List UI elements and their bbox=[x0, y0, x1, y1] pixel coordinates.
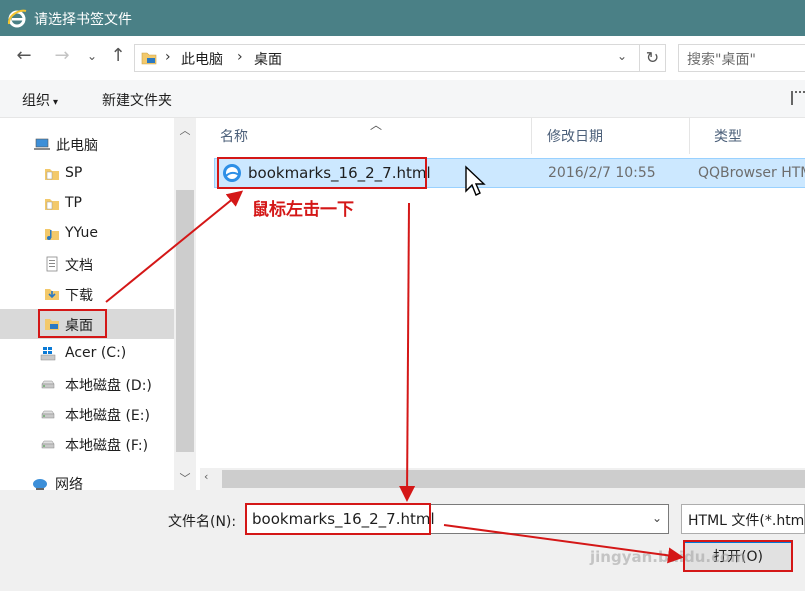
command-bar: 组织 ▾ 新建文件夹 bbox=[0, 80, 805, 118]
nav-item-yyue[interactable]: YYue bbox=[0, 219, 174, 249]
window-title: 请选择书签文件 bbox=[34, 12, 132, 28]
folder-icon bbox=[45, 199, 59, 210]
nav-label: 本地磁盘 (E:) bbox=[65, 408, 150, 424]
nav-label: 此电脑 bbox=[56, 138, 98, 154]
chevron-right-icon: › bbox=[237, 49, 243, 65]
nav-item-drive-f[interactable]: 本地磁盘 (F:) bbox=[0, 429, 174, 459]
scroll-left-icon[interactable]: ‹ bbox=[204, 470, 208, 483]
chevron-down-icon[interactable]: ⌄ bbox=[652, 511, 662, 525]
nav-item-documents[interactable]: 文档 bbox=[0, 249, 174, 279]
drive-icon bbox=[41, 440, 55, 449]
nav-item-downloads[interactable]: 下载 bbox=[0, 279, 174, 309]
ie-icon bbox=[7, 9, 27, 28]
organize-button[interactable]: 组织 ▾ bbox=[22, 90, 58, 110]
filename-value: bookmarks_16_2_7.html bbox=[252, 510, 435, 528]
watermark: jingyan.baidu.com bbox=[590, 548, 746, 566]
nav-item-tp[interactable]: TP bbox=[0, 189, 174, 219]
desktop-folder-icon bbox=[45, 319, 59, 330]
computer-icon bbox=[34, 138, 50, 150]
breadcrumb-this-pc[interactable]: 此电脑 bbox=[181, 49, 223, 69]
column-header-modified[interactable]: 修改日期 bbox=[532, 118, 690, 154]
filename-label: 文件名(N): bbox=[168, 514, 237, 530]
nav-item-sp[interactable]: SP bbox=[0, 159, 174, 189]
address-field[interactable]: › 此电脑 › 桌面 ⌄ ↻ bbox=[134, 44, 666, 72]
nav-item-acer-c[interactable]: Acer (C:) bbox=[0, 339, 174, 369]
back-arrow-icon[interactable]: ← bbox=[12, 44, 36, 68]
nav-label: TP bbox=[65, 195, 82, 211]
qqbrowser-icon bbox=[223, 164, 241, 182]
file-modified: 2016/2/7 10:55 bbox=[548, 165, 656, 181]
file-list-pane: ︿ 名称 修改日期 类型 bookmarks_16_2_7.html 2016/… bbox=[196, 118, 805, 490]
nav-label: Acer (C:) bbox=[65, 345, 127, 361]
address-dropdown-icon[interactable]: ⌄ bbox=[617, 49, 627, 63]
file-horizontal-scrollbar[interactable]: ‹ bbox=[200, 468, 805, 490]
new-folder-button[interactable]: 新建文件夹 bbox=[102, 90, 172, 110]
mouse-cursor-icon bbox=[465, 165, 486, 196]
caret-down-icon: ▾ bbox=[53, 97, 59, 108]
file-name: bookmarks_16_2_7.html bbox=[248, 164, 431, 182]
file-type: QQBrowser HTML bbox=[698, 165, 805, 181]
address-bar: ← → ⌄ ↑ › 此电脑 › 桌面 ⌄ ↻ 搜索"桌面" bbox=[0, 36, 805, 80]
bottom-bar: 文件名(N): bookmarks_16_2_7.html ⌄ HTML 文件(… bbox=[0, 490, 805, 591]
drive-icon bbox=[41, 410, 55, 419]
scroll-up-icon[interactable]: ︿ bbox=[174, 122, 196, 138]
nav-item-this-pc[interactable]: 此电脑 bbox=[0, 129, 174, 159]
windows-drive-icon bbox=[40, 347, 56, 361]
filename-input[interactable]: bookmarks_16_2_7.html ⌄ bbox=[245, 504, 669, 534]
nav-scroll-thumb[interactable] bbox=[176, 190, 194, 452]
scroll-down-icon[interactable]: ﹀ bbox=[174, 470, 196, 486]
chevron-right-icon: › bbox=[165, 49, 171, 65]
nav-item-drive-e[interactable]: 本地磁盘 (E:) bbox=[0, 399, 174, 429]
nav-label: YYue bbox=[65, 225, 98, 241]
documents-icon bbox=[46, 256, 58, 272]
nav-label: SP bbox=[65, 165, 83, 181]
nav-label: 本地磁盘 (F:) bbox=[65, 438, 149, 454]
nav-label: 本地磁盘 (D:) bbox=[65, 378, 152, 394]
up-arrow-icon[interactable]: ↑ bbox=[106, 44, 130, 68]
recent-dropdown-icon[interactable]: ⌄ bbox=[80, 44, 104, 68]
nav-label: 网络 bbox=[55, 477, 83, 490]
nav-item-desktop[interactable]: 桌面 bbox=[0, 309, 174, 339]
nav-label: 文档 bbox=[65, 258, 93, 274]
nav-label: 下载 bbox=[65, 288, 93, 304]
music-folder-icon bbox=[45, 229, 59, 240]
folder-icon bbox=[45, 169, 59, 180]
nav-item-network[interactable]: 网络 bbox=[0, 468, 174, 490]
breadcrumb-desktop[interactable]: 桌面 bbox=[254, 49, 282, 69]
search-input[interactable]: 搜索"桌面" bbox=[678, 44, 805, 72]
desktop-folder-icon bbox=[141, 52, 157, 65]
nav-label: 桌面 bbox=[65, 318, 93, 334]
nav-vertical-scrollbar[interactable]: ︿ ﹀ bbox=[174, 118, 196, 490]
drive-icon bbox=[41, 380, 55, 389]
filetype-select[interactable]: HTML 文件(*.htm bbox=[681, 504, 805, 534]
organize-label: 组织 bbox=[22, 93, 50, 109]
nav-item-drive-d[interactable]: 本地磁盘 (D:) bbox=[0, 369, 174, 399]
title-bar: 请选择书签文件 bbox=[0, 0, 805, 36]
column-header-name[interactable]: 名称 bbox=[196, 118, 532, 154]
column-header-type[interactable]: 类型 bbox=[690, 118, 805, 154]
downloads-icon bbox=[45, 289, 59, 300]
network-icon bbox=[33, 479, 47, 490]
view-options-icon[interactable] bbox=[791, 91, 805, 105]
annotation-label: 鼠标左击一下 bbox=[252, 200, 354, 220]
navigation-pane: 此电脑 SP TP YYue 文档 下载 桌面 Acer (C:) 本地磁盘 (… bbox=[0, 118, 196, 490]
refresh-icon[interactable]: ↻ bbox=[639, 45, 665, 71]
file-row[interactable]: bookmarks_16_2_7.html 2016/2/7 10:55 QQB… bbox=[214, 158, 805, 188]
forward-arrow-icon[interactable]: → bbox=[50, 44, 74, 68]
file-scroll-thumb[interactable] bbox=[222, 470, 805, 488]
